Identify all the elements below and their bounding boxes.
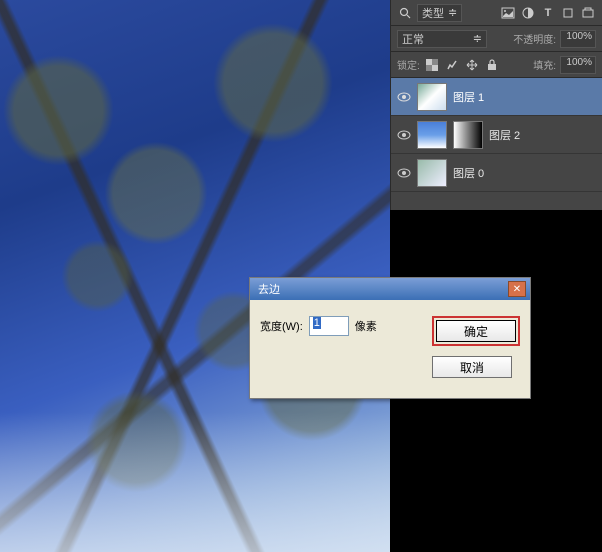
layer-name[interactable]: 图层 2 — [489, 127, 520, 143]
layer-list: 图层 1 图层 2 图层 0 — [391, 78, 602, 192]
layer-thumbnail[interactable] — [417, 121, 447, 149]
lock-brush-icon[interactable] — [444, 57, 460, 73]
layer-row[interactable]: 图层 2 — [391, 116, 602, 154]
type-filter-icon[interactable]: T — [540, 5, 556, 21]
opacity-label: 不透明度: — [513, 31, 556, 46]
filter-type-select[interactable]: 类型 ≑ — [417, 4, 462, 22]
opacity-field[interactable]: 100% — [560, 30, 596, 48]
defringe-dialog: 去边 ✕ 宽度(W): 1 像素 确定 取消 — [249, 277, 531, 399]
dialog-title: 去边 — [258, 281, 280, 297]
dialog-titlebar[interactable]: 去边 ✕ — [250, 278, 530, 300]
layer-name[interactable]: 图层 1 — [453, 89, 484, 105]
lock-row: 锁定: 填充: 100% — [391, 52, 602, 78]
fill-label: 填充: — [533, 57, 556, 72]
dialog-body: 宽度(W): 1 像素 确定 取消 — [250, 300, 530, 398]
visibility-icon[interactable] — [397, 166, 411, 180]
ok-highlight: 确定 — [432, 316, 520, 346]
close-button[interactable]: ✕ — [508, 281, 526, 297]
dialog-buttons: 确定 取消 — [432, 316, 520, 378]
canvas-cloud — [0, 412, 390, 552]
filter-label: 类型 — [422, 5, 444, 21]
width-input[interactable]: 1 — [309, 316, 349, 336]
blend-mode-value: 正常 — [402, 31, 424, 47]
image-filter-icon[interactable] — [500, 5, 516, 21]
width-field-group: 宽度(W): 1 像素 — [260, 316, 377, 336]
width-label: 宽度(W): — [260, 318, 303, 334]
filter-row: 类型 ≑ T — [391, 0, 602, 26]
ok-button[interactable]: 确定 — [436, 320, 516, 342]
layer-thumbnail[interactable] — [417, 83, 447, 111]
smartobj-filter-icon[interactable] — [580, 5, 596, 21]
layer-mask-thumbnail[interactable] — [453, 121, 483, 149]
chevron-icon: ≑ — [473, 32, 482, 45]
shape-filter-icon[interactable] — [560, 5, 576, 21]
blend-row: 正常 ≑ 不透明度: 100% — [391, 26, 602, 52]
chevron-icon: ≑ — [448, 6, 457, 19]
lock-move-icon[interactable] — [464, 57, 480, 73]
layer-thumbnail[interactable] — [417, 159, 447, 187]
lock-label: 锁定: — [397, 57, 420, 72]
layer-row[interactable]: 图层 1 — [391, 78, 602, 116]
adjustment-filter-icon[interactable] — [520, 5, 536, 21]
visibility-icon[interactable] — [397, 90, 411, 104]
lock-all-icon[interactable] — [484, 57, 500, 73]
layer-row[interactable]: 图层 0 — [391, 154, 602, 192]
search-icon — [397, 5, 413, 21]
cancel-button[interactable]: 取消 — [432, 356, 512, 378]
blend-mode-select[interactable]: 正常 ≑ — [397, 30, 487, 48]
lock-transparent-icon[interactable] — [424, 57, 440, 73]
visibility-icon[interactable] — [397, 128, 411, 142]
fill-field[interactable]: 100% — [560, 56, 596, 74]
width-unit: 像素 — [355, 318, 377, 334]
canvas-area[interactable] — [0, 0, 390, 552]
layer-name[interactable]: 图层 0 — [453, 165, 484, 181]
layers-panel: 类型 ≑ T 正常 ≑ 不透明度: 100% 锁定: 填充: 100% — [390, 0, 602, 210]
